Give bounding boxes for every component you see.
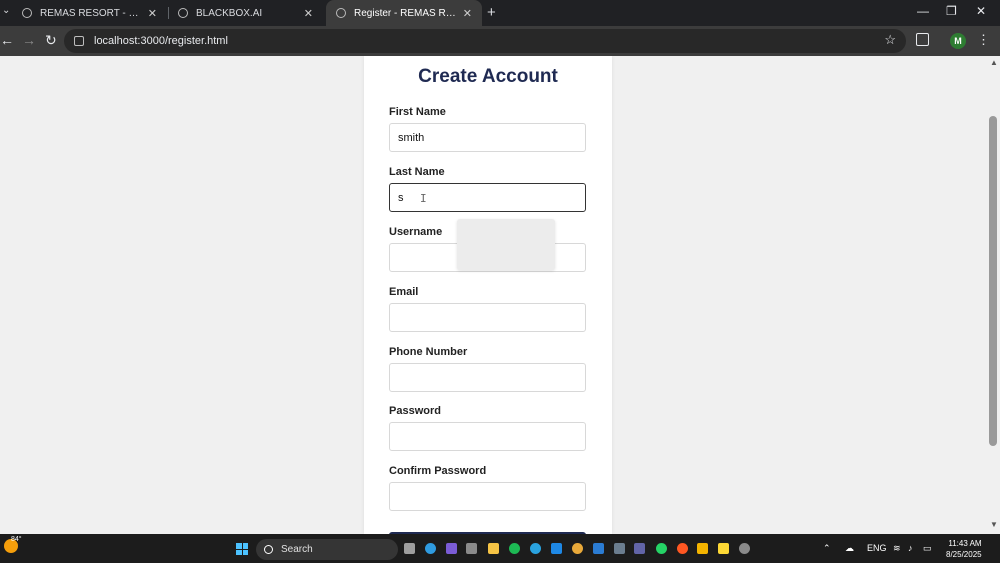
- scroll-up-arrow-icon[interactable]: ▲: [990, 58, 998, 67]
- file-explorer-icon[interactable]: [488, 543, 499, 554]
- username-label: Username: [389, 226, 443, 238]
- globe-icon: [336, 8, 346, 18]
- email-label: Email: [389, 286, 419, 298]
- site-info-icon[interactable]: [74, 36, 84, 46]
- reload-icon[interactable]: ↻: [45, 32, 57, 49]
- battery-icon[interactable]: ▭: [923, 543, 932, 554]
- confirm-password-label: Confirm Password: [389, 465, 487, 477]
- tab-title: BLACKBOX.AI: [196, 7, 263, 19]
- browser-tab-strip: ⌄ REMAS RESORT - Luxury Chalet ✕ BLACKBO…: [0, 0, 1000, 26]
- bookmark-star-icon[interactable]: ☆: [884, 32, 896, 48]
- confirm-password-input[interactable]: [389, 482, 586, 511]
- sticky-notes-icon[interactable]: [718, 543, 729, 554]
- restore-icon[interactable]: ❐: [946, 4, 957, 18]
- register-card: Create Account First Name Last Name I Us…: [364, 56, 612, 534]
- forward-arrow-icon[interactable]: →: [22, 32, 36, 48]
- brave-icon[interactable]: [677, 543, 688, 554]
- taskbar-search[interactable]: Search: [256, 539, 398, 560]
- settings-icon[interactable]: [739, 543, 750, 554]
- close-icon[interactable]: ✕: [148, 7, 157, 20]
- app-icon[interactable]: [697, 543, 708, 554]
- tab-search-chevron-icon[interactable]: ⌄: [2, 5, 10, 16]
- volume-icon[interactable]: ♪: [908, 543, 913, 553]
- weather-temperature: 84°: [11, 536, 22, 543]
- whatsapp-icon[interactable]: [656, 543, 667, 554]
- password-input[interactable]: [389, 422, 586, 451]
- taskbar-search-label: Search: [281, 544, 313, 555]
- email-input[interactable]: [389, 303, 586, 332]
- phone-number-input[interactable]: [389, 363, 586, 392]
- new-tab-plus-icon[interactable]: +: [487, 4, 496, 21]
- tab-remas-resort[interactable]: REMAS RESORT - Luxury Chalet ✕: [12, 0, 167, 26]
- edge-browser-icon[interactable]: [425, 543, 436, 554]
- page-title: Create Account: [418, 66, 558, 87]
- app-icon[interactable]: [614, 543, 625, 554]
- minimize-icon[interactable]: —: [917, 4, 929, 18]
- search-icon: [264, 545, 273, 554]
- close-icon[interactable]: ✕: [304, 7, 313, 20]
- scrollbar-thumb[interactable]: [989, 116, 997, 446]
- password-label: Password: [389, 405, 441, 417]
- tab-title: REMAS RESORT - Luxury Chalet: [40, 7, 142, 19]
- tab-blackbox[interactable]: BLACKBOX.AI ✕: [168, 0, 323, 26]
- extensions-icon[interactable]: [916, 33, 929, 46]
- profile-avatar[interactable]: M: [950, 33, 966, 49]
- last-name-input[interactable]: [389, 183, 586, 212]
- clock-time: 11:43 AM: [948, 539, 982, 548]
- back-arrow-icon[interactable]: ←: [0, 32, 14, 48]
- language-indicator[interactable]: ENG: [867, 543, 887, 553]
- windows-taskbar: 84° Search ⌃ ☁ ENG ≋ ♪ ▭ 11:43 AM 8/25/2…: [0, 534, 1000, 563]
- page-scrollbar[interactable]: ▲ ▼: [986, 56, 1000, 534]
- teams-icon[interactable]: [634, 543, 645, 554]
- cloud-icon[interactable]: ☁: [845, 543, 854, 554]
- task-view-icon[interactable]: [404, 543, 415, 554]
- chrome-icon[interactable]: [572, 543, 583, 554]
- telegram-icon[interactable]: [530, 543, 541, 554]
- last-name-label: Last Name: [389, 166, 445, 178]
- tab-title: Register - REMAS RESORT: [354, 7, 457, 19]
- wifi-icon[interactable]: ≋: [893, 543, 901, 554]
- address-bar[interactable]: localhost:3000/register.html ☆: [64, 29, 906, 53]
- first-name-label: First Name: [389, 106, 446, 118]
- globe-icon: [22, 8, 32, 18]
- close-icon[interactable]: ✕: [463, 7, 472, 20]
- windows-start-icon[interactable]: [236, 543, 248, 555]
- scroll-down-arrow-icon[interactable]: ▼: [990, 520, 998, 529]
- window-close-icon[interactable]: ✕: [976, 4, 986, 18]
- taskbar-clock[interactable]: 11:43 AM 8/25/2025: [946, 538, 982, 560]
- vscode-icon[interactable]: [593, 543, 604, 554]
- tab-register[interactable]: Register - REMAS RESORT ✕: [326, 0, 482, 26]
- text-cursor-icon: I: [420, 192, 427, 205]
- store-icon[interactable]: [466, 543, 477, 554]
- outlook-icon[interactable]: [551, 543, 562, 554]
- copilot-icon[interactable]: [446, 543, 457, 554]
- spotify-icon[interactable]: [509, 543, 520, 554]
- tray-chevron-up-icon[interactable]: ⌃: [823, 543, 831, 554]
- first-name-input[interactable]: [389, 123, 586, 152]
- browser-toolbar: ← → ↻ localhost:3000/register.html ☆ M ⋮: [0, 26, 1000, 56]
- blackbox-icon: [178, 8, 188, 18]
- phone-number-label: Phone Number: [389, 346, 468, 358]
- clock-date: 8/25/2025: [946, 550, 982, 559]
- page-viewport: Create Account First Name Last Name I Us…: [0, 56, 986, 534]
- menu-kebab-icon[interactable]: ⋮: [977, 32, 990, 48]
- autocomplete-dropdown[interactable]: [457, 219, 555, 270]
- address-url: localhost:3000/register.html: [94, 35, 228, 47]
